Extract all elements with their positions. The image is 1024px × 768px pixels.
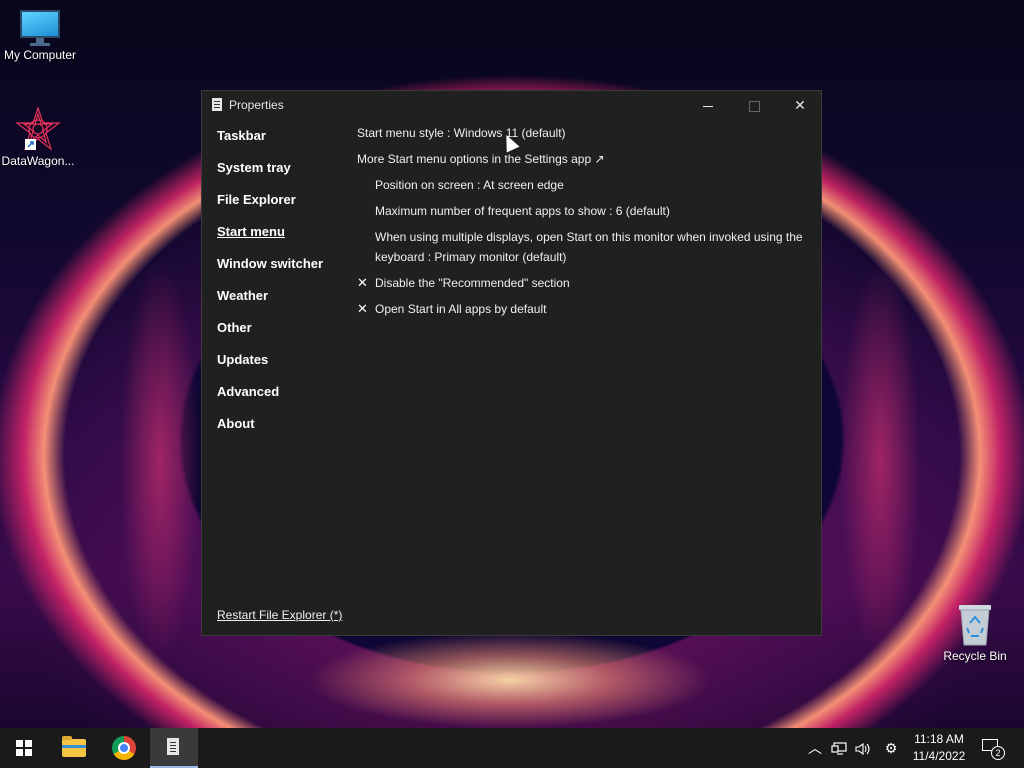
- action-center-button[interactable]: 2: [981, 736, 1005, 760]
- desktop-icon-label: Recycle Bin: [943, 649, 1007, 663]
- clock[interactable]: 11:18 AM 11/4/2022: [906, 731, 972, 765]
- setting-label: Disable the "Recommended" section: [375, 276, 570, 290]
- desktop-icon-datawagon[interactable]: DataWagon...: [0, 106, 78, 168]
- maximize-icon: [748, 100, 760, 112]
- close-icon: ✕: [794, 97, 806, 113]
- clock-date: 11/4/2022: [912, 749, 966, 763]
- nav-item-about[interactable]: About: [217, 416, 347, 448]
- wallpaper-glow: [260, 620, 760, 728]
- taskbar-properties[interactable]: [150, 728, 198, 768]
- checked-icon: ✕: [357, 301, 368, 316]
- setting-disable-recommended[interactable]: ✕ Disable the "Recommended" section: [357, 273, 570, 293]
- chrome-icon: [112, 736, 136, 760]
- titlebar[interactable]: Properties ✕: [202, 91, 821, 119]
- minimize-button[interactable]: [685, 91, 731, 119]
- clock-time: 11:18 AM: [914, 732, 964, 746]
- taskbar: ︿ ⚙ 11:18 AM 11/4/2022 2: [0, 728, 1024, 768]
- recycle-bin-icon: [957, 603, 993, 647]
- nav-item-file-explorer[interactable]: File Explorer: [217, 192, 347, 224]
- desktop-icon-my-computer[interactable]: My Computer: [0, 10, 80, 62]
- datawagon-icon: [15, 106, 61, 152]
- minimize-icon: [703, 105, 713, 107]
- setting-position-on-screen[interactable]: Position on screen : At screen edge: [375, 175, 564, 195]
- chevron-up-icon[interactable]: ︿: [804, 728, 826, 768]
- nav-item-other[interactable]: Other: [217, 320, 347, 352]
- start-button[interactable]: [0, 728, 48, 768]
- monitor-icon: [20, 10, 60, 46]
- checked-icon: ✕: [357, 275, 368, 290]
- nav-item-taskbar[interactable]: Taskbar: [217, 128, 347, 160]
- properties-icon: [167, 738, 179, 755]
- desktop-icon-label: My Computer: [3, 48, 77, 62]
- window-title: Properties: [229, 98, 284, 112]
- nav-item-weather[interactable]: Weather: [217, 288, 347, 320]
- start-icon: [16, 740, 32, 756]
- link-more-start-options[interactable]: More Start menu options in the Settings …: [357, 149, 605, 169]
- file-explorer-icon: [62, 736, 86, 757]
- setting-multi-display[interactable]: When using multiple displays, open Start…: [375, 227, 805, 267]
- setting-max-frequent-apps[interactable]: Maximum number of frequent apps to show …: [375, 201, 670, 221]
- properties-icon: [212, 98, 222, 111]
- gear-icon[interactable]: ⚙: [879, 728, 903, 768]
- network-icon[interactable]: [828, 728, 850, 768]
- desktop-icon-recycle-bin[interactable]: Recycle Bin: [935, 603, 1015, 663]
- maximize-button[interactable]: [731, 91, 777, 119]
- taskbar-file-explorer[interactable]: [50, 728, 98, 768]
- restart-file-explorer-link[interactable]: Restart File Explorer (*): [217, 608, 342, 622]
- nav-item-window-switcher[interactable]: Window switcher: [217, 256, 347, 288]
- notification-count-badge: 2: [991, 746, 1005, 760]
- nav-item-advanced[interactable]: Advanced: [217, 384, 347, 416]
- sidebar-nav: Taskbar System tray File Explorer Start …: [217, 128, 347, 448]
- nav-item-start-menu[interactable]: Start menu: [217, 224, 347, 256]
- taskbar-chrome[interactable]: [100, 728, 148, 768]
- nav-item-system-tray[interactable]: System tray: [217, 160, 347, 192]
- setting-start-menu-style[interactable]: Start menu style : Windows 11 (default): [357, 123, 566, 143]
- volume-icon[interactable]: [852, 728, 874, 768]
- wallpaper-glow: [820, 250, 940, 670]
- setting-label: Open Start in All apps by default: [375, 302, 547, 316]
- close-button[interactable]: ✕: [777, 91, 823, 119]
- setting-open-all-apps[interactable]: ✕ Open Start in All apps by default: [357, 299, 547, 319]
- properties-window: Properties ✕ Taskbar System tray File Ex…: [201, 90, 822, 636]
- nav-item-updates[interactable]: Updates: [217, 352, 347, 384]
- desktop-icon-label: DataWagon...: [1, 154, 75, 168]
